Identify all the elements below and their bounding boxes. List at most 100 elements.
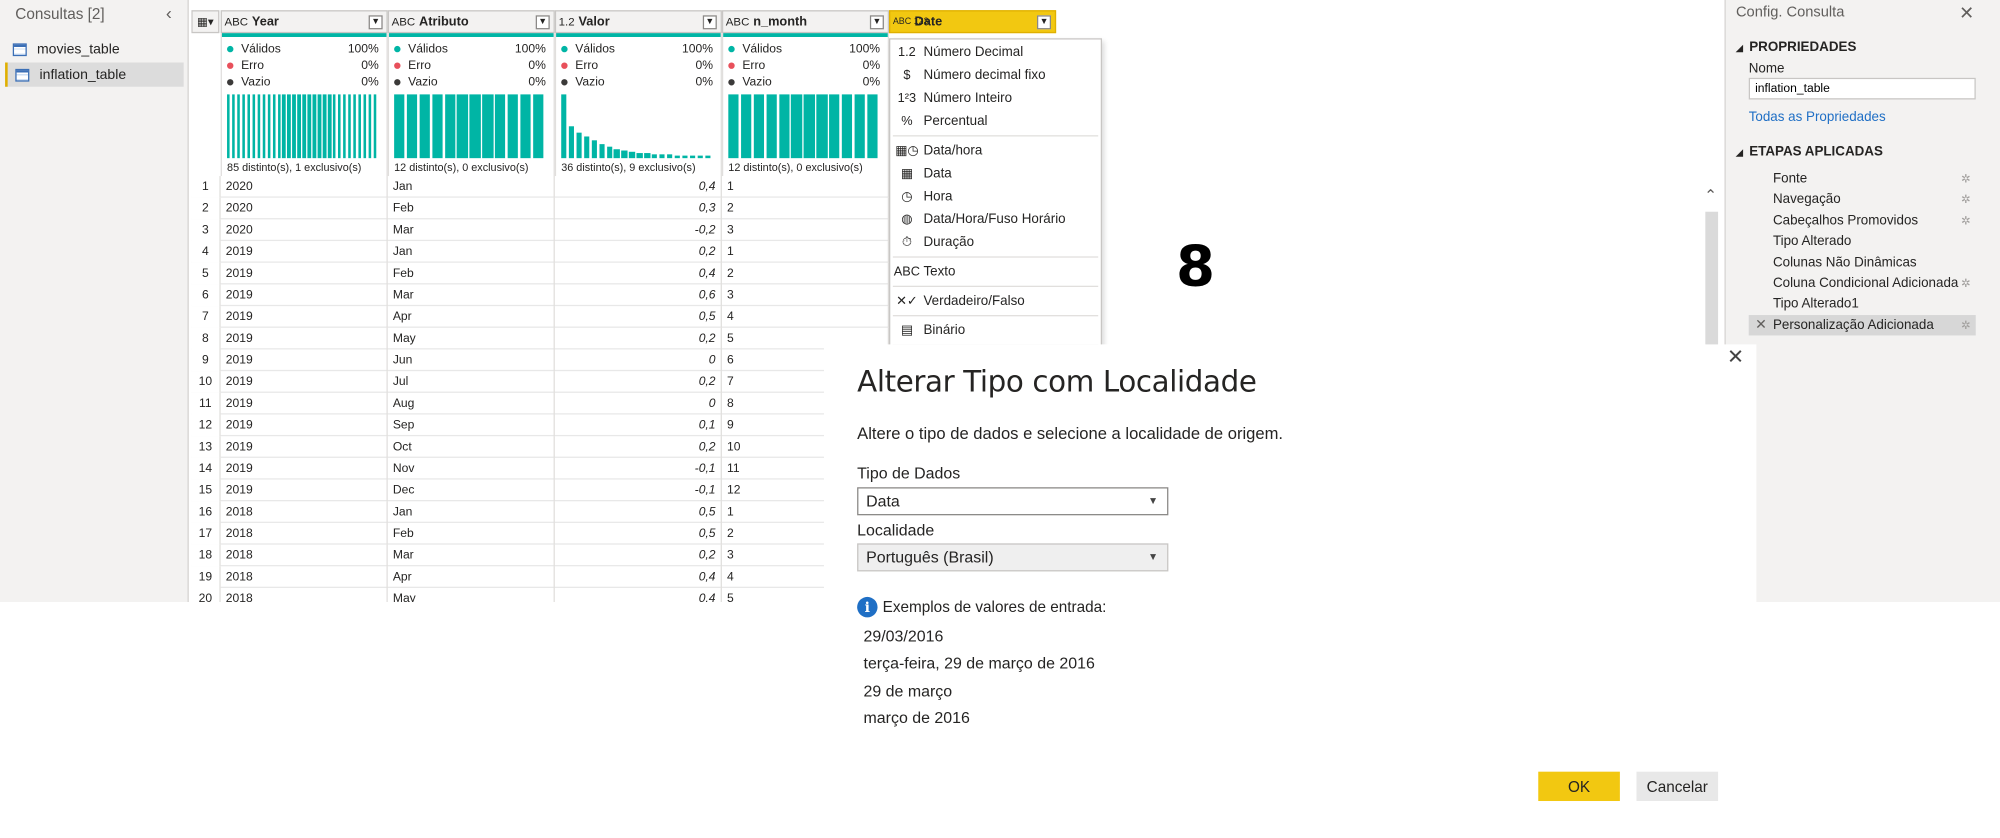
close-icon[interactable]: ✕ bbox=[1727, 344, 1744, 368]
table-row[interactable]: 15 2019 Dec -0,1 12 bbox=[191, 479, 890, 502]
table-row[interactable]: 3 2020 Mar -0,2 3 bbox=[191, 219, 890, 242]
distribution-histogram[interactable] bbox=[394, 94, 544, 159]
table-row[interactable]: 13 2019 Oct 0,2 10 bbox=[191, 436, 890, 458]
filter-dropdown-icon[interactable]: ▼ bbox=[535, 14, 550, 29]
table-cell[interactable]: 4 bbox=[722, 306, 890, 328]
menu-item-fixed-decimal[interactable]: $ Número decimal fixo bbox=[890, 64, 1100, 87]
collapse-pane-icon[interactable]: ‹ bbox=[166, 3, 172, 23]
table-row[interactable]: 8 2019 May 0,2 5 bbox=[191, 327, 890, 350]
table-cell[interactable]: 0,4 bbox=[555, 176, 722, 198]
table-cell[interactable]: May bbox=[388, 327, 555, 350]
table-cell[interactable]: 1 bbox=[722, 241, 890, 263]
applied-step[interactable]: Personalização Adicionada ✲ ✕ bbox=[1748, 314, 1976, 336]
table-cell[interactable]: 0,5 bbox=[555, 522, 722, 545]
applied-step[interactable]: Colunas Não Dinâmicas bbox=[1749, 252, 1976, 272]
table-cell[interactable]: 0,2 bbox=[555, 544, 722, 567]
table-cell[interactable]: 2020 bbox=[221, 219, 388, 242]
table-cell[interactable]: 2020 bbox=[221, 176, 388, 198]
text-type-icon[interactable]: ABC bbox=[726, 15, 750, 28]
cancel-button[interactable]: Cancelar bbox=[1636, 771, 1719, 802]
table-menu-icon[interactable]: ▦▾ bbox=[191, 10, 220, 34]
table-cell[interactable]: 2019 bbox=[221, 284, 388, 307]
table-row[interactable]: 11 2019 Aug 0 8 bbox=[191, 392, 890, 415]
decimal-type-icon[interactable]: 1.2 bbox=[559, 15, 575, 28]
table-cell[interactable]: Sep bbox=[388, 414, 555, 437]
table-cell[interactable]: 3 bbox=[722, 284, 890, 307]
table-cell[interactable]: 2018 bbox=[221, 544, 388, 567]
table-cell[interactable]: -0,1 bbox=[555, 457, 722, 480]
distribution-histogram[interactable] bbox=[227, 94, 377, 159]
table-cell[interactable]: 2019 bbox=[221, 414, 388, 437]
scroll-up-icon[interactable]: ⌃ bbox=[1704, 186, 1717, 204]
table-cell[interactable]: May bbox=[388, 588, 555, 603]
table-cell[interactable]: 2018 bbox=[221, 522, 388, 545]
table-cell[interactable]: Dec bbox=[388, 479, 555, 502]
table-cell[interactable]: 2 bbox=[722, 197, 890, 220]
gear-icon[interactable]: ✲ bbox=[1961, 210, 1971, 230]
menu-item-duration[interactable]: ⏱ Duração bbox=[890, 231, 1100, 254]
ok-button[interactable]: OK bbox=[1538, 771, 1620, 802]
column-header-valor[interactable]: 1.2 Valor ▼ bbox=[554, 10, 722, 34]
table-cell[interactable]: 2 bbox=[722, 262, 890, 285]
filter-dropdown-icon[interactable]: ▼ bbox=[702, 14, 717, 29]
menu-item-date[interactable]: ▦ Data bbox=[890, 162, 1100, 185]
applied-step[interactable]: Cabeçalhos Promovidos ✲ bbox=[1749, 210, 1976, 230]
table-row[interactable]: 5 2019 Feb 0,4 2 bbox=[191, 262, 890, 285]
table-row[interactable]: 9 2019 Jun 0 6 bbox=[191, 349, 890, 372]
table-cell[interactable]: 0,6 bbox=[555, 284, 722, 307]
table-cell[interactable]: 2019 bbox=[221, 241, 388, 263]
table-cell[interactable]: 2019 bbox=[221, 479, 388, 502]
table-row[interactable]: 10 2019 Jul 0,2 7 bbox=[191, 371, 890, 393]
table-cell[interactable]: -0,2 bbox=[555, 219, 722, 242]
applied-step[interactable]: Coluna Condicional Adicionada ✲ bbox=[1749, 273, 1976, 293]
table-cell[interactable]: 2019 bbox=[221, 262, 388, 285]
table-cell[interactable]: 2018 bbox=[221, 566, 388, 589]
table-cell[interactable]: 2019 bbox=[221, 436, 388, 458]
table-cell[interactable]: Oct bbox=[388, 436, 555, 458]
table-cell[interactable]: 2018 bbox=[221, 588, 388, 603]
table-cell[interactable]: 0,4 bbox=[555, 588, 722, 603]
applied-step[interactable]: Navegação ✲ bbox=[1749, 189, 1976, 209]
table-cell[interactable]: Aug bbox=[388, 392, 555, 415]
table-row[interactable]: 20 2018 May 0,4 5 bbox=[191, 588, 890, 603]
table-cell[interactable]: 0,5 bbox=[555, 306, 722, 328]
table-cell[interactable]: 2019 bbox=[221, 392, 388, 415]
table-cell[interactable]: 2020 bbox=[221, 197, 388, 220]
table-cell[interactable]: Apr bbox=[388, 306, 555, 328]
table-cell[interactable]: Jan bbox=[388, 501, 555, 523]
table-cell[interactable]: 0,4 bbox=[555, 262, 722, 285]
column-header-atributo[interactable]: ABC Atributo ▼ bbox=[387, 10, 555, 34]
table-cell[interactable]: -0,1 bbox=[555, 479, 722, 502]
filter-dropdown-icon[interactable]: ▼ bbox=[368, 14, 383, 29]
gear-icon[interactable]: ✲ bbox=[1961, 273, 1971, 293]
menu-item-true-false[interactable]: ✕✓ Verdadeiro/Falso bbox=[890, 290, 1100, 313]
text-type-icon[interactable]: ABC bbox=[392, 15, 416, 28]
table-row[interactable]: 19 2018 Apr 0,4 4 bbox=[191, 566, 890, 589]
table-cell[interactable]: Apr bbox=[388, 566, 555, 589]
column-header-date[interactable]: ABC 123 Date ▼ bbox=[889, 10, 1057, 34]
table-cell[interactable]: 2019 bbox=[221, 371, 388, 393]
table-cell[interactable]: 0,4 bbox=[555, 566, 722, 589]
table-cell[interactable]: Jun bbox=[388, 349, 555, 372]
table-cell[interactable]: 1 bbox=[722, 176, 890, 198]
table-cell[interactable]: Feb bbox=[388, 262, 555, 285]
table-cell[interactable]: Mar bbox=[388, 219, 555, 242]
table-cell[interactable]: 2019 bbox=[221, 457, 388, 480]
table-row[interactable]: 2 2020 Feb 0,3 2 bbox=[191, 197, 890, 220]
applied-step[interactable]: Tipo Alterado1 bbox=[1749, 294, 1976, 314]
locale-select[interactable]: Português (Brasil) ▼ bbox=[857, 543, 1169, 572]
delete-step-icon[interactable]: ✕ bbox=[1755, 315, 1767, 335]
query-item-movies-table[interactable]: movies_table bbox=[5, 37, 184, 61]
gear-icon[interactable]: ✲ bbox=[1961, 315, 1971, 335]
table-cell[interactable]: Nov bbox=[388, 457, 555, 480]
table-cell[interactable]: 0,2 bbox=[555, 241, 722, 263]
menu-item-text[interactable]: ABC Texto bbox=[890, 260, 1100, 283]
table-cell[interactable]: 2019 bbox=[221, 349, 388, 372]
table-cell[interactable]: Jan bbox=[388, 241, 555, 263]
menu-item-time[interactable]: ◷ Hora bbox=[890, 185, 1100, 208]
table-row[interactable]: 16 2018 Jan 0,5 1 bbox=[191, 501, 890, 523]
menu-item-whole-number[interactable]: 1²3 Número Inteiro bbox=[890, 87, 1100, 110]
table-cell[interactable]: 0,3 bbox=[555, 197, 722, 220]
table-cell[interactable]: 0,2 bbox=[555, 371, 722, 393]
menu-item-datetime-timezone[interactable]: ◍ Data/Hora/Fuso Horário bbox=[890, 208, 1100, 231]
